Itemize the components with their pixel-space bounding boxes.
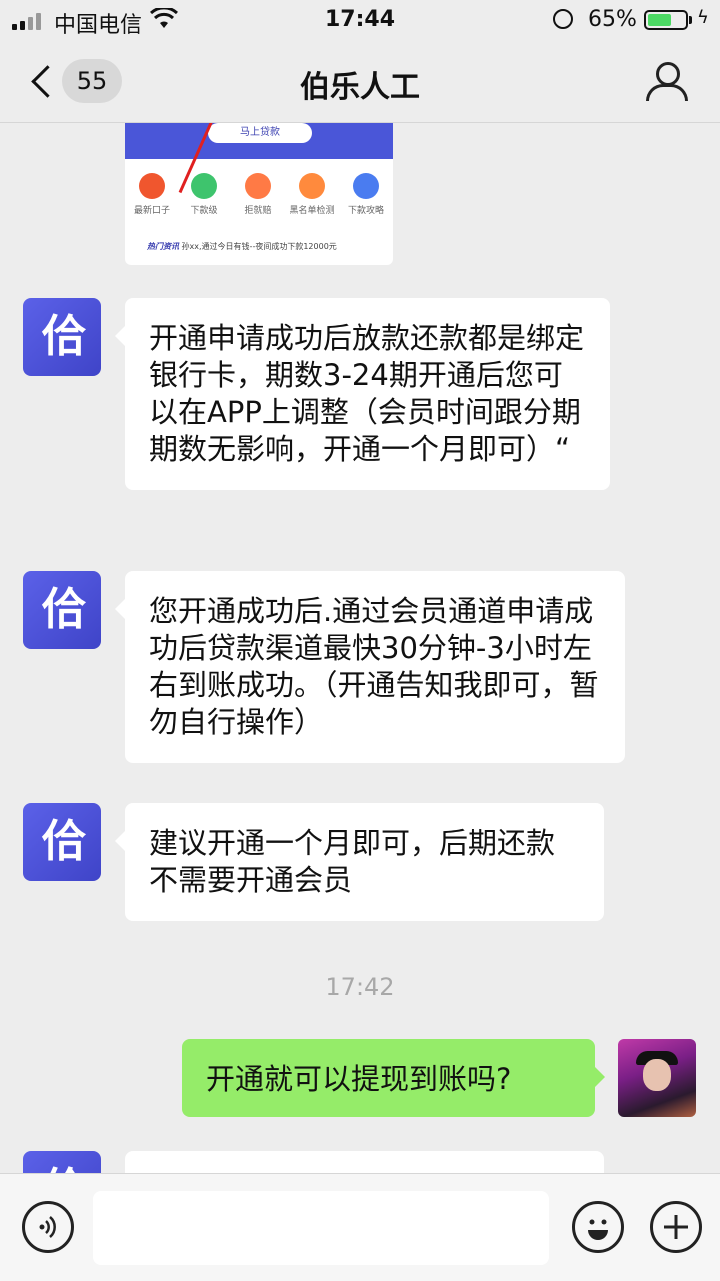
- emoji-icon[interactable]: [572, 1201, 624, 1253]
- bot-avatar[interactable]: 佮: [23, 298, 101, 376]
- message-bubble[interactable]: 开通申请成功后放款还款都是绑定银行卡，期数3-24期开通后您可以在APP上调整（…: [115, 298, 610, 490]
- battery-icon: [644, 10, 688, 30]
- shared-image-message[interactable]: 马上贷款 最新口子 下款级 拒就赔 黑名单检测 下款攻略 热门资讯 孙xx,通过…: [125, 123, 393, 265]
- nav-bar: 55 伯乐人工: [0, 40, 720, 123]
- image-item-icon: [191, 173, 217, 199]
- charging-icon: ϟ: [697, 7, 709, 28]
- rotation-lock-icon: [553, 9, 573, 29]
- bot-logo-icon: 佮: [42, 311, 86, 362]
- image-item: 下款攻略: [339, 173, 393, 216]
- image-icon-row: 最新口子 下款级 拒就赔 黑名单检测 下款攻略: [125, 173, 393, 219]
- bot-logo-icon: 佮: [42, 584, 86, 635]
- image-item: 拒就赔: [231, 173, 285, 216]
- battery-percent: 65%: [588, 7, 637, 32]
- my-message-bubble[interactable]: 开通就可以提现到账吗?: [182, 1039, 605, 1117]
- status-bar: 中国电信 17:44 65% ϟ: [0, 0, 720, 40]
- message-timestamp: 17:42: [325, 973, 395, 1001]
- plus-icon[interactable]: [650, 1201, 702, 1253]
- loan-button: 马上贷款: [208, 123, 312, 143]
- image-item-icon: [299, 173, 325, 199]
- battery-cap: [689, 16, 692, 24]
- profile-icon[interactable]: [644, 62, 688, 102]
- bot-logo-icon: 佮: [42, 816, 86, 867]
- battery-fill: [648, 14, 672, 26]
- bot-avatar[interactable]: 佮: [23, 1151, 101, 1173]
- chat-area[interactable]: 马上贷款 最新口子 下款级 拒就赔 黑名单检测 下款攻略 热门资讯 孙xx,通过…: [0, 123, 720, 1173]
- bot-avatar[interactable]: 佮: [23, 803, 101, 881]
- message-bubble-partial[interactable]: [125, 1151, 604, 1173]
- user-avatar[interactable]: [618, 1039, 696, 1117]
- input-bar: [0, 1173, 720, 1281]
- bot-avatar[interactable]: 佮: [23, 571, 101, 649]
- bot-logo-icon: 佮: [37, 1163, 91, 1173]
- image-item-icon: [139, 173, 165, 199]
- voice-icon[interactable]: [22, 1201, 74, 1253]
- image-item: 最新口子: [125, 173, 179, 216]
- image-item-icon: [245, 173, 271, 199]
- message-bubble[interactable]: 建议开通一个月即可，后期还款不需要开通会员: [115, 803, 604, 921]
- message-bubble[interactable]: 您开通成功后.通过会员通道申请成功后贷款渠道最快30分钟-3小时左右到账成功。（…: [115, 571, 625, 763]
- image-hot-news: 热门资讯 孙xx,通过今日有钱--夜间成功下款12000元: [147, 242, 337, 251]
- message-input[interactable]: [93, 1191, 549, 1265]
- image-item: 黑名单检测: [285, 173, 339, 216]
- chat-title: 伯乐人工: [300, 70, 420, 105]
- image-item-icon: [353, 173, 379, 199]
